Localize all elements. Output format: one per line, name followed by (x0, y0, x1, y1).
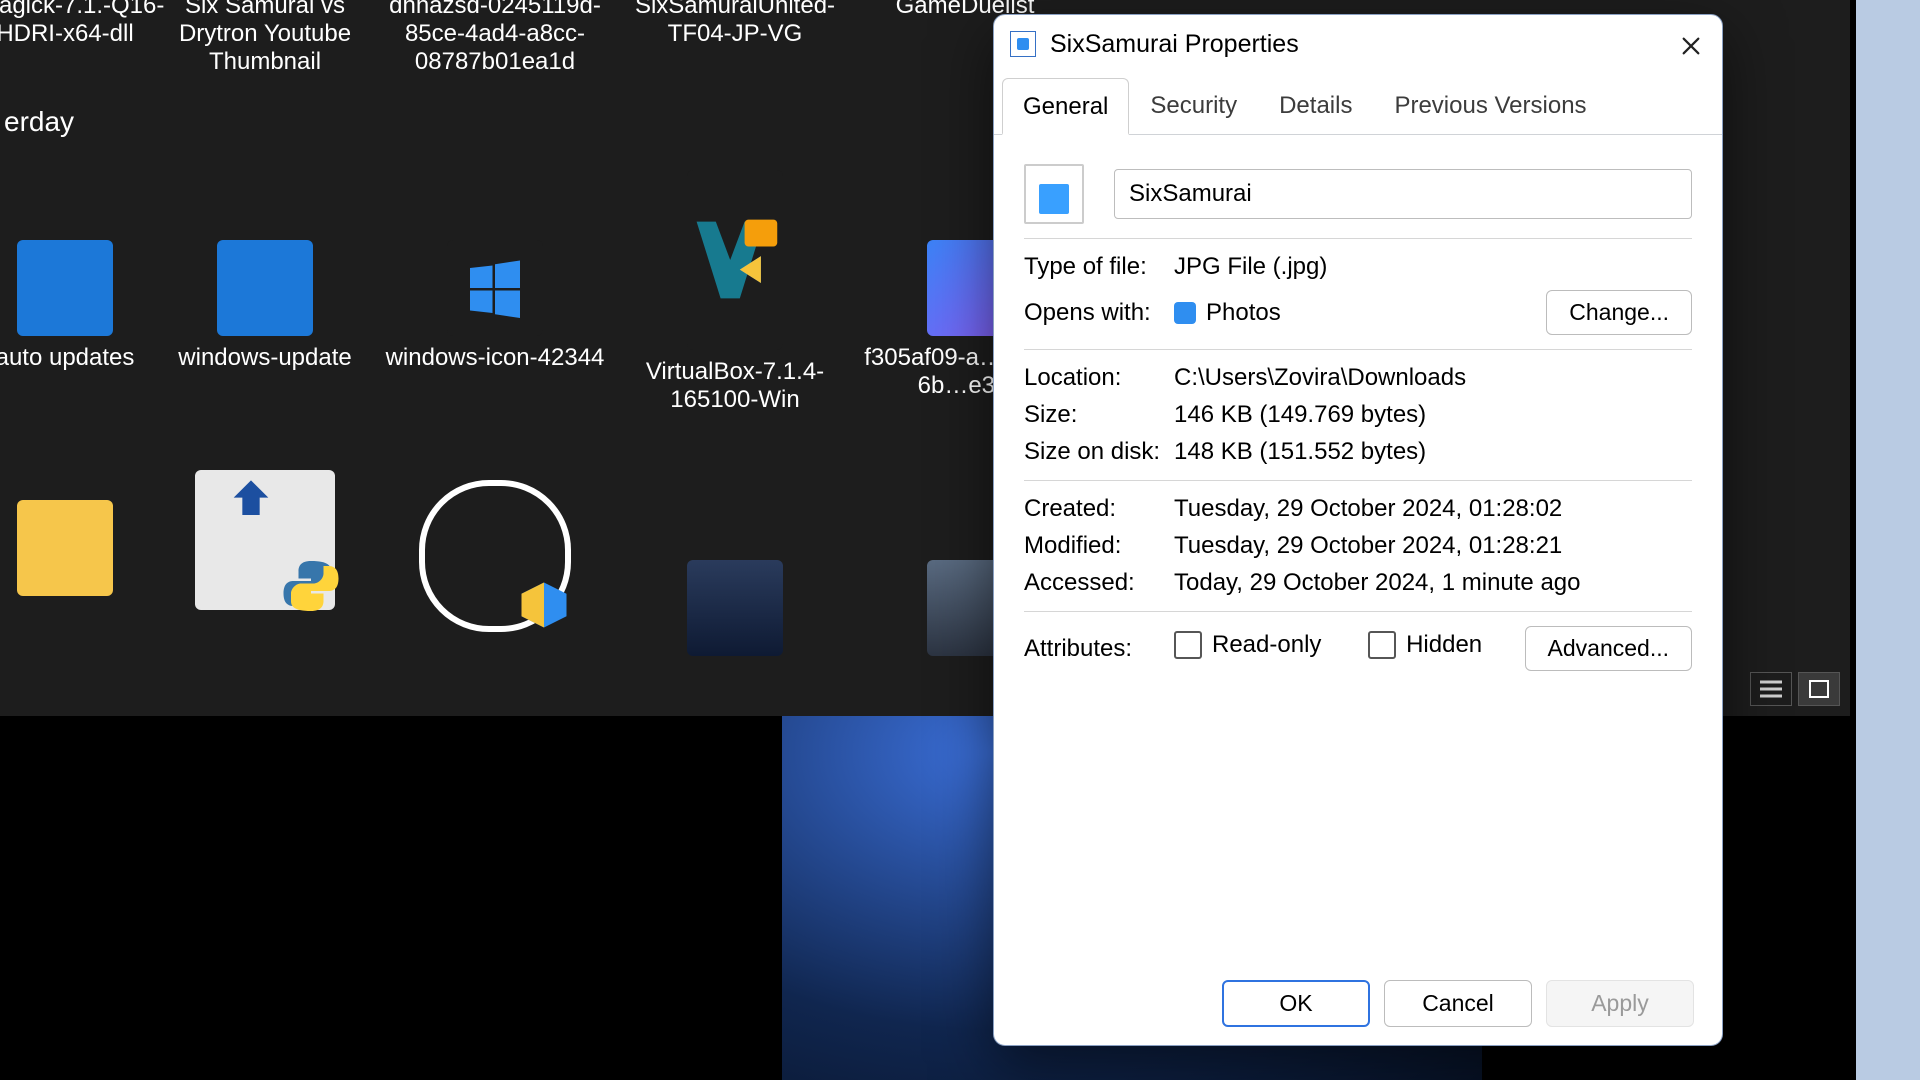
file-type-icon (1010, 31, 1036, 57)
size-on-disk-label: Size on disk: (1024, 438, 1174, 466)
dialog-titlebar: SixSamurai Properties (994, 15, 1722, 73)
dialog-title: SixSamurai Properties (1050, 30, 1299, 59)
photos-app-icon (1174, 302, 1196, 324)
windows-logo-icon (447, 240, 543, 336)
checkbox-icon (1174, 631, 1202, 659)
tab-general[interactable]: General (1002, 78, 1129, 135)
accessed-label: Accessed: (1024, 569, 1174, 597)
file-item[interactable]: SixSamuraiUnited-TF04-JP-VG (620, 0, 850, 48)
file-item[interactable] (620, 560, 850, 664)
location-value: C:\Users\Zovira\Downloads (1174, 364, 1692, 392)
zip-folder-icon (17, 500, 113, 596)
readonly-checkbox[interactable]: Read-only (1174, 631, 1321, 659)
obs-icon (419, 480, 571, 632)
tab-details[interactable]: Details (1258, 77, 1373, 134)
windows-icon (17, 240, 113, 336)
python-installer-icon (195, 470, 335, 610)
accessed-value: Today, 29 October 2024, 1 minute ago (1174, 569, 1692, 597)
file-item[interactable]: Six Samurai vs Drytron Youtube Thumbnail (150, 0, 380, 76)
file-item[interactable]: dhhazsd-0245119d-85ce-4ad4-a8cc-08787b01… (380, 0, 610, 76)
image-thumbnail-icon (687, 560, 783, 656)
tab-strip: General Security Details Previous Versio… (994, 77, 1722, 135)
view-toggle (1750, 672, 1840, 706)
created-label: Created: (1024, 495, 1174, 523)
file-item[interactable] (380, 480, 610, 640)
dialog-footer: OK Cancel Apply (994, 980, 1722, 1027)
type-label: Type of file: (1024, 253, 1174, 281)
close-button[interactable] (1670, 25, 1712, 67)
modified-value: Tuesday, 29 October 2024, 01:28:21 (1174, 532, 1692, 560)
file-name-input[interactable] (1114, 169, 1692, 219)
virtualbox-icon (687, 170, 783, 350)
desktop-wallpaper-right (1856, 0, 1920, 1080)
apply-button[interactable]: Apply (1546, 980, 1694, 1027)
tab-security[interactable]: Security (1129, 77, 1258, 134)
file-item[interactable]: windows-update (150, 240, 380, 372)
separator (1024, 480, 1692, 481)
group-header: erday (4, 106, 74, 138)
type-value: JPG File (.jpg) (1174, 253, 1692, 281)
separator (1024, 611, 1692, 612)
advanced-button[interactable]: Advanced... (1525, 626, 1692, 671)
ok-button[interactable]: OK (1222, 980, 1370, 1027)
hidden-checkbox[interactable]: Hidden (1368, 631, 1482, 659)
opens-with-label: Opens with: (1024, 299, 1174, 327)
size-on-disk-value: 148 KB (151.552 bytes) (1174, 438, 1692, 466)
file-item[interactable] (150, 470, 380, 618)
details-view-button[interactable] (1750, 672, 1792, 706)
attributes-label: Attributes: (1024, 635, 1174, 663)
windows-icon (217, 240, 313, 336)
created-value: Tuesday, 29 October 2024, 01:28:02 (1174, 495, 1692, 523)
opens-with-value: Photos (1206, 299, 1281, 327)
cancel-button[interactable]: Cancel (1384, 980, 1532, 1027)
checkbox-icon (1368, 631, 1396, 659)
change-button[interactable]: Change... (1546, 290, 1692, 335)
size-label: Size: (1024, 401, 1174, 429)
file-item[interactable]: windows-icon-42344 (380, 240, 610, 372)
modified-label: Modified: (1024, 532, 1174, 560)
size-value: 146 KB (149.769 bytes) (1174, 401, 1692, 429)
separator (1024, 238, 1692, 239)
thumbnail-view-button[interactable] (1798, 672, 1840, 706)
file-item[interactable]: VirtualBox-7.1.4-165100-Win (620, 170, 850, 414)
tab-previous-versions[interactable]: Previous Versions (1373, 77, 1607, 134)
properties-dialog: SixSamurai Properties General Security D… (993, 14, 1723, 1046)
location-label: Location: (1024, 364, 1174, 392)
general-tab-content: Type of file: JPG File (.jpg) Opens with… (994, 135, 1722, 690)
separator (1024, 349, 1692, 350)
file-thumbnail-icon (1024, 164, 1084, 224)
